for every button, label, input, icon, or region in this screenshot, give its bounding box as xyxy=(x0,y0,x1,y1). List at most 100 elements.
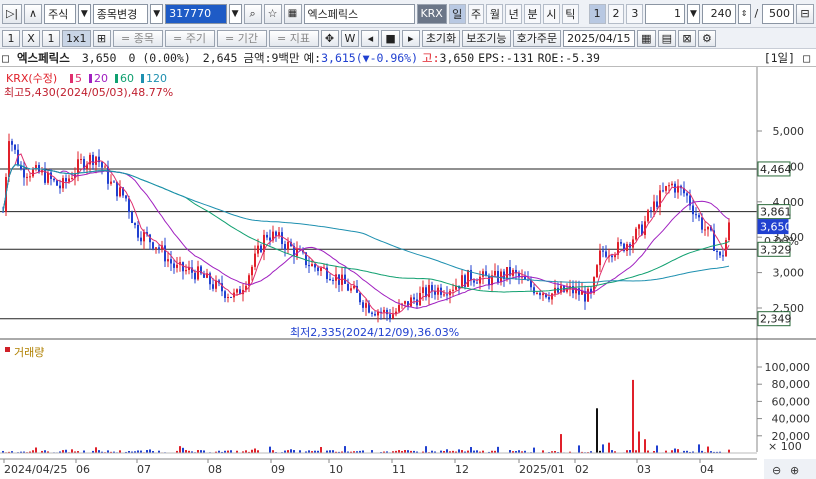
window-icon[interactable]: ⊟ xyxy=(795,3,814,24)
search-icon[interactable]: ⌕ xyxy=(243,3,262,24)
stock-change-dropdown-icon[interactable]: ▼ xyxy=(150,3,164,24)
candle-body xyxy=(284,244,286,250)
candle-body xyxy=(170,259,172,264)
move-cross-icon[interactable]: ✥ xyxy=(320,29,339,47)
candle-body xyxy=(707,226,709,230)
layout-x-button[interactable]: X xyxy=(22,29,40,47)
candle-body xyxy=(362,302,364,308)
count-spinner-icon[interactable]: ⇕ xyxy=(737,3,751,24)
candle-body xyxy=(308,265,310,267)
candle-body xyxy=(494,270,496,276)
exchange-badge[interactable]: KRX xyxy=(416,3,447,24)
candle-body xyxy=(329,278,331,280)
term-filter-button[interactable]: = 기간 xyxy=(216,29,267,47)
stock-chart[interactable]: KRX(수정) 5 20 60 120 최고5,430(2024/05/03),48.… xyxy=(0,67,816,479)
max-count-input[interactable]: 500 xyxy=(762,3,794,24)
count-input[interactable]: 240 xyxy=(701,3,736,24)
zoom-in-icon[interactable]: ⊕ xyxy=(790,464,799,477)
candle-body xyxy=(668,185,670,187)
play-next-icon[interactable]: ▸ xyxy=(401,29,420,47)
code-lookup-button[interactable]: ▦ xyxy=(283,3,302,24)
volume-bar xyxy=(95,447,97,453)
market-dropdown-icon[interactable]: ▼ xyxy=(77,3,91,24)
candle-body xyxy=(128,198,130,213)
candle-body xyxy=(497,270,499,283)
collapse-up-button[interactable]: ∧ xyxy=(24,3,43,24)
candle-body xyxy=(230,297,232,299)
period-tab-day[interactable]: 일 xyxy=(448,3,466,24)
zoom-out-icon[interactable]: ⊖ xyxy=(772,464,781,477)
page-tab-1[interactable]: 1 xyxy=(588,3,606,24)
volume-bar xyxy=(533,447,535,453)
candle-body xyxy=(635,228,637,240)
period-tab-week[interactable]: 주 xyxy=(467,3,485,24)
candle-body xyxy=(653,201,655,212)
quote-order-button[interactable]: 호가주문 xyxy=(512,29,562,47)
stock-change-select[interactable]: 종목변경 xyxy=(92,3,149,24)
expand-button[interactable]: ▷| xyxy=(2,3,23,24)
cycle-filter-button[interactable]: = 주기 xyxy=(164,29,215,47)
candle-body xyxy=(389,314,391,319)
x-axis-label: 07 xyxy=(137,463,151,476)
market-select[interactable]: 주식 xyxy=(44,3,76,24)
candle-body xyxy=(104,166,106,168)
step-input[interactable]: 1 xyxy=(645,3,685,24)
candle-body xyxy=(227,297,229,299)
period-tab-year[interactable]: 년 xyxy=(505,3,523,24)
calendar-icon[interactable]: ▦ xyxy=(637,29,656,47)
legend-ma-swatch xyxy=(89,74,92,83)
candle-body xyxy=(275,231,277,236)
indicator-filter-button[interactable]: = 지표 xyxy=(268,29,319,47)
volume-bar xyxy=(458,449,460,453)
config-icon[interactable]: ⊠ xyxy=(677,29,696,47)
candle-body xyxy=(68,178,70,182)
candle-body xyxy=(371,312,373,314)
play-prev-icon[interactable]: ◂ xyxy=(361,29,380,47)
stock-filter-button[interactable]: = 종목 xyxy=(112,29,163,47)
volume-bar xyxy=(644,439,646,453)
candle-body xyxy=(350,288,352,291)
period-tab-tick[interactable]: 틱 xyxy=(561,3,579,24)
date-input[interactable]: 2025/04/15 xyxy=(563,29,636,47)
stock-code-input[interactable]: 317770 xyxy=(165,3,227,24)
favorite-star-icon[interactable]: ☆ xyxy=(263,3,282,24)
info-checkbox[interactable]: □ xyxy=(2,51,9,65)
layout-1b-button[interactable]: 1 xyxy=(42,29,60,47)
info-period-tag: [1일] xyxy=(763,50,796,65)
low-note: 최저2,335(2024/12/09),36.03% xyxy=(290,326,459,339)
page-tab-2[interactable]: 2 xyxy=(607,3,625,24)
table-icon[interactable]: ▤ xyxy=(657,29,676,47)
period-tab-minute[interactable]: 분 xyxy=(524,3,542,24)
grid-icon[interactable]: ⊞ xyxy=(92,29,111,47)
page-tab-3[interactable]: 3 xyxy=(626,3,644,24)
candle-body xyxy=(59,185,61,189)
price-tick-label: 5,000 xyxy=(773,125,805,138)
candle-body xyxy=(194,272,196,280)
candle-body xyxy=(167,259,169,262)
candle-body xyxy=(704,229,706,231)
volume-bar xyxy=(35,447,37,453)
volume-bar xyxy=(677,449,679,453)
view-1x1-button[interactable]: 1x1 xyxy=(62,29,91,47)
period-tab-month[interactable]: 월 xyxy=(486,3,504,24)
stock-name-field[interactable]: 엑스페릭스 xyxy=(303,3,415,24)
settings-gear-icon[interactable]: ⚙ xyxy=(697,29,716,47)
volume-bar xyxy=(425,446,427,453)
legend-ma-label: 60 xyxy=(120,72,134,85)
volume-bar xyxy=(179,446,181,453)
wave-icon[interactable]: W xyxy=(340,29,360,47)
reset-button[interactable]: 초기화 xyxy=(421,29,461,47)
info-volume: 2,645 xyxy=(202,50,238,65)
aux-function-button[interactable]: 보조기능 xyxy=(462,29,511,47)
main-toolbar: ▷| ∧ 주식 ▼ 종목변경 ▼ 317770 ▼ ⌕ ☆ ▦ 엑스페릭스 KR… xyxy=(0,0,816,28)
step-dropdown-icon[interactable]: ▼ xyxy=(686,3,700,24)
candle-body xyxy=(143,232,145,242)
volume-tick-label: 60,000 xyxy=(772,395,811,408)
info-expand-icon[interactable]: □ xyxy=(803,51,810,65)
candle-body xyxy=(611,255,613,258)
period-tab-hour[interactable]: 시 xyxy=(543,3,560,24)
layout-1-button[interactable]: 1 xyxy=(2,29,20,47)
count-separator: / xyxy=(754,7,759,20)
stop-icon[interactable]: ■ xyxy=(381,29,400,47)
code-dropdown-icon[interactable]: ▼ xyxy=(228,3,242,24)
